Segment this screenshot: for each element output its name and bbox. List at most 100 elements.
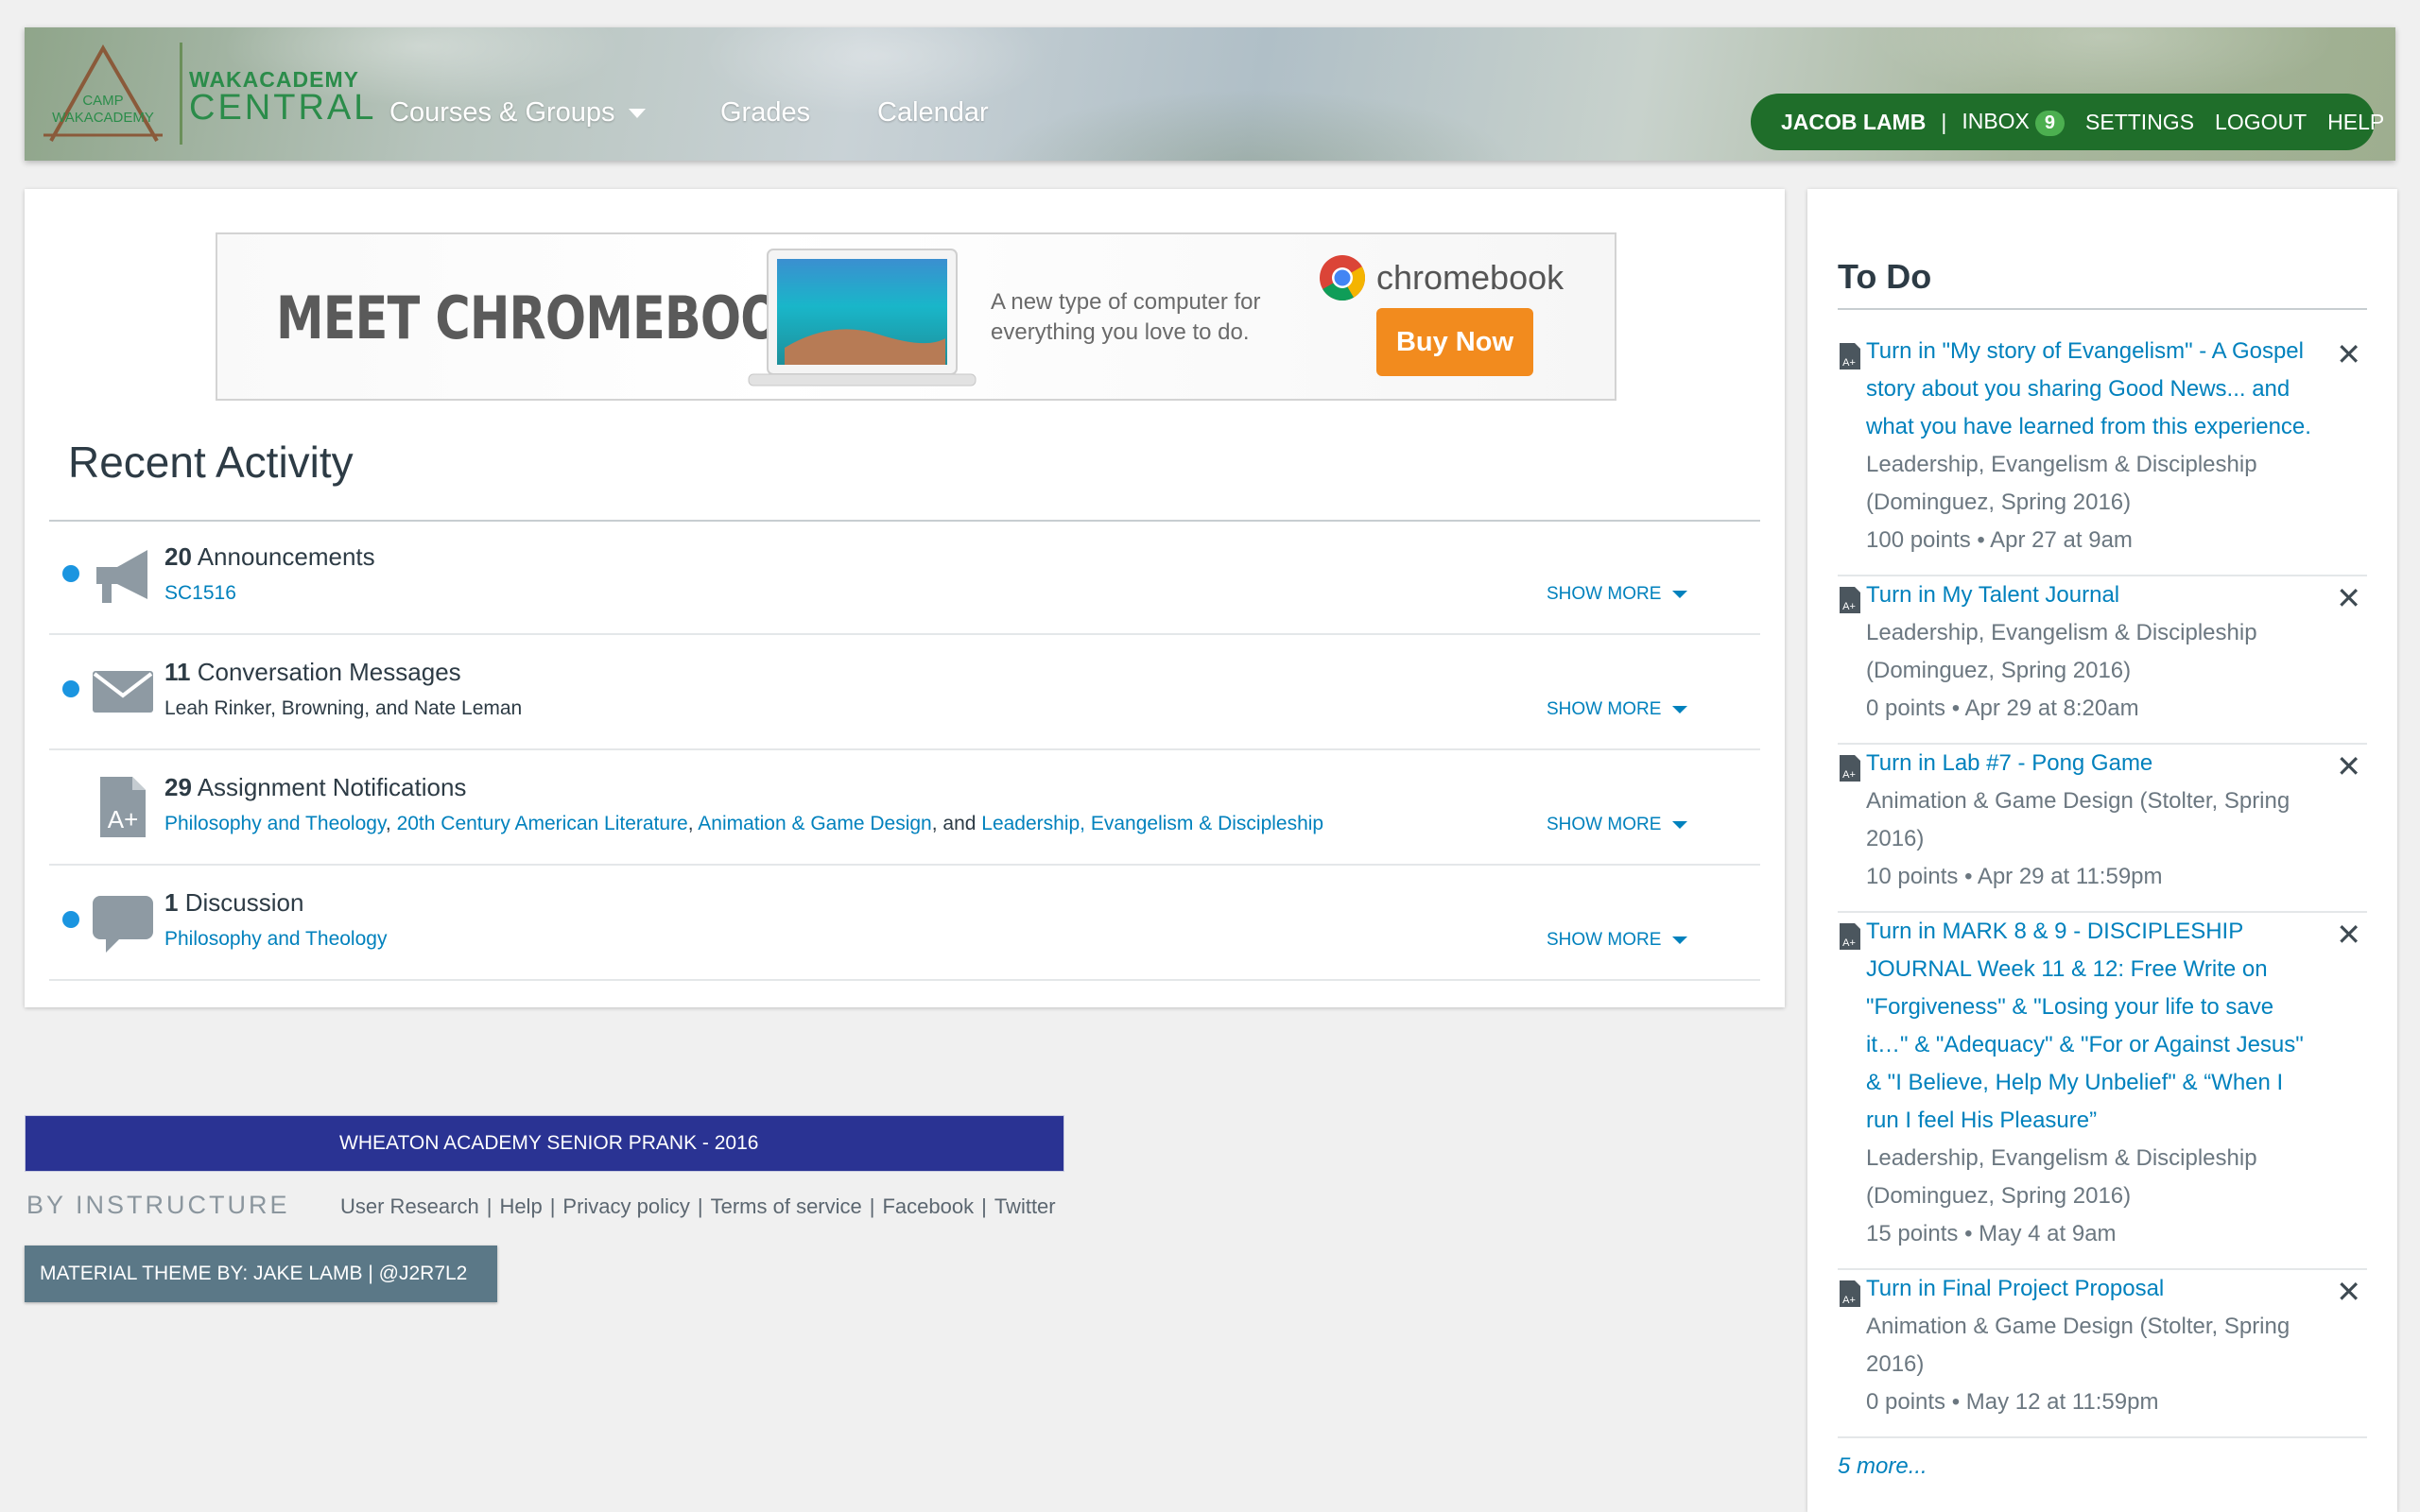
footer-link-user-research[interactable]: User Research [340,1194,479,1218]
activity-context: Philosophy and Theology [164,928,387,951]
todo-item: A+ Turn in My Talent Journal Leadership,… [1838,576,2367,745]
context-link-philosophy[interactable]: Philosophy and Theology [164,813,386,834]
todo-item: A+ Turn in "My story of Evangelism" - A … [1838,333,2367,576]
todo-divider [1838,308,2367,310]
inbox-label: INBOX [1962,108,2030,133]
chevron-down-icon [628,109,646,119]
todo-title: To Do [1838,257,1932,296]
activity-heading: 11 Conversation Messages [164,658,461,686]
dismiss-icon[interactable]: ✕ [2336,336,2361,372]
help-link[interactable]: HELP [2327,110,2384,135]
activity-heading: 20 Announcements [164,542,375,571]
todo-item-link[interactable]: Turn in MARK 8 & 9 - DISCIPLESHIP JOURNA… [1866,913,2320,1140]
context-link-american-literature[interactable]: 20th Century American Literature [397,813,688,834]
todo-item-meta: 100 points • Apr 27 at 9am [1866,527,2133,553]
todo-item: A+ Turn in MARK 8 & 9 - DISCIPLESHIP JOU… [1838,913,2367,1270]
logout-link[interactable]: LOGOUT [2215,110,2307,135]
footer-link-privacy[interactable]: Privacy policy [562,1194,689,1218]
todo-item-meta: 0 points • Apr 29 at 8:20am [1866,696,2139,721]
dismiss-icon[interactable]: ✕ [2336,748,2361,784]
todo-more-link[interactable]: 5 more... [1838,1453,1927,1480]
todo-item: A+ Turn in Final Project Proposal Animat… [1838,1270,2367,1438]
unread-indicator [62,911,79,928]
footer-link-facebook[interactable]: Facebook [882,1194,974,1218]
svg-text:A+: A+ [1842,1295,1856,1306]
todo-item-context: Leadership, Evangelism & Discipleship (D… [1866,452,2257,515]
context-link-philosophy[interactable]: Philosophy and Theology [164,928,387,950]
logo-subtitle[interactable]: CENTRAL [189,88,376,129]
footer-link-help[interactable]: Help [499,1194,542,1218]
activity-heading: 1 Discussion [164,888,304,917]
svg-text:WAKACADEMY: WAKACADEMY [52,110,154,126]
show-more-toggle[interactable]: SHOW MORE [1547,815,1688,835]
context-link-leadership[interactable]: Leadership, Evangelism & Discipleship [981,813,1323,834]
inbox-link[interactable]: INBOX 9 [1962,108,2066,136]
show-more-toggle[interactable]: SHOW MORE [1547,584,1688,605]
context-link-sc1516[interactable]: SC1516 [164,582,236,604]
recent-activity-title: Recent Activity [68,438,354,487]
todo-item-meta: 15 points • May 4 at 9am [1866,1221,2117,1246]
camp-logo-icon[interactable]: CAMP WAKACADEMY [42,41,164,146]
nav-grades[interactable]: Grades [720,97,810,129]
dismiss-icon[interactable]: ✕ [2336,917,2361,953]
todo-item-link[interactable]: Turn in My Talent Journal [1866,576,2320,614]
todo-item-context: Leadership, Evangelism & Discipleship (D… [1866,620,2257,683]
activity-row-announcements: 20 Announcements SC1516 SHOW MORE [49,522,1760,635]
nav-courses-groups[interactable]: Courses & Groups [389,97,646,129]
user-menu: JACOB LAMB | INBOX 9 SETTINGS LOGOUT HELP [1751,94,2384,150]
nav-courses-groups-label: Courses & Groups [389,97,615,128]
buy-now-button[interactable]: Buy Now [1376,308,1533,376]
caret-down-icon [1672,820,1688,829]
activity-heading: 29 Assignment Notifications [164,773,467,801]
by-instructure-logo[interactable]: BY INSTRUCTURE [26,1191,290,1220]
caret-down-icon [1672,936,1688,944]
chromebook-ad-banner[interactable]: MEET CHROMEBOOK A new type of computer f… [216,232,1616,401]
caret-down-icon [1672,705,1688,713]
laptop-image [748,249,977,387]
unread-indicator [62,565,79,582]
assignment-icon: A+ [1840,587,1860,613]
theme-credit-button[interactable]: MATERIAL THEME BY: JAKE LAMB | @J2R7L2 [25,1246,497,1302]
todo-item-link[interactable]: Turn in Final Project Proposal [1866,1270,2320,1308]
footer-link-terms[interactable]: Terms of service [711,1194,862,1218]
user-menu-separator: | [1941,109,1947,134]
todo-item-context: Animation & Game Design (Stolter, Spring… [1866,1314,2290,1377]
activity-context: Leah Rinker, Browning, and Nate Leman [164,697,523,719]
assignment-icon: A+ [1840,755,1860,782]
ad-headline: MEET CHROMEBOOK [276,284,818,352]
megaphone-icon [96,550,147,603]
svg-text:A+: A+ [108,805,139,833]
todo-item-context: Animation & Game Design (Stolter, Spring… [1866,788,2290,851]
show-more-toggle[interactable]: SHOW MORE [1547,930,1688,951]
caret-down-icon [1672,590,1688,598]
senior-prank-banner[interactable]: WHEATON ACADEMY SENIOR PRANK - 2016 [25,1115,1064,1172]
activity-row-messages: 11 Conversation Messages Leah Rinker, Br… [49,637,1760,750]
todo-sidebar: To Do A+ Turn in "My story of Evangelism… [1807,189,2397,1512]
dismiss-icon[interactable]: ✕ [2336,580,2361,616]
activity-context: Philosophy and Theology, 20th Century Am… [164,813,1324,834]
unread-indicator [62,680,79,697]
dashboard-main: MEET CHROMEBOOK A new type of computer f… [25,189,1785,1007]
activity-row-discussion: 1 Discussion Philosophy and Theology SHO… [49,868,1760,981]
assignment-icon: A+ [1840,343,1860,369]
envelope-icon [93,671,153,713]
inbox-count-badge: 9 [2034,110,2066,136]
assignment-icon: A+ [1840,1280,1860,1307]
show-more-toggle[interactable]: SHOW MORE [1547,699,1688,720]
assignment-icon: A+ [100,777,146,837]
svg-text:A+: A+ [1842,601,1856,612]
settings-link[interactable]: SETTINGS [2085,110,2194,135]
discussion-icon [93,896,153,953]
nav-calendar[interactable]: Calendar [877,97,989,129]
footer-link-twitter[interactable]: Twitter [994,1194,1056,1218]
todo-item-link[interactable]: Turn in Lab #7 - Pong Game [1866,745,2320,782]
dismiss-icon[interactable]: ✕ [2336,1274,2361,1310]
ad-brand-name: chromebook [1376,258,1564,297]
svg-text:CAMP: CAMP [82,93,123,109]
context-link-animation[interactable]: Animation & Game Design [698,813,931,834]
svg-text:A+: A+ [1842,769,1856,781]
chrome-logo-icon [1320,255,1365,301]
user-name-link[interactable]: JACOB LAMB [1781,110,1926,135]
todo-item-link[interactable]: Turn in "My story of Evangelism" - A Gos… [1866,333,2320,446]
logo-divider [180,43,182,145]
